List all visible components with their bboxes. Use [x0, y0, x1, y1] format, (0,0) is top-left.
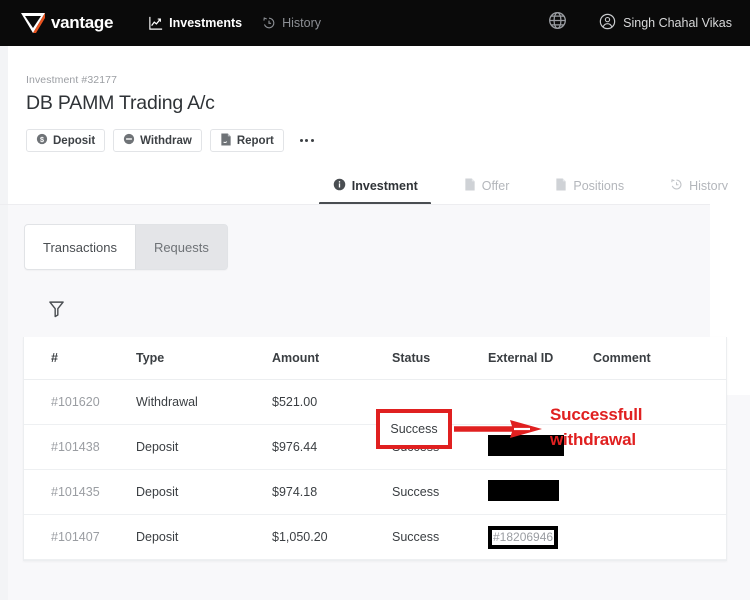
cell-amount: $1,050.20	[272, 530, 328, 544]
cell-external-id: #18206946	[488, 525, 593, 549]
tab-positions-label: Positions	[573, 179, 625, 193]
page-header: Investment #32177 DB PAMM Trading A/c $ …	[26, 74, 318, 152]
tab-positions[interactable]: Positions	[555, 170, 624, 202]
subtab-requests-label: Requests	[153, 239, 209, 255]
globe-icon	[548, 11, 567, 35]
tab-offer[interactable]: Offer	[464, 170, 510, 202]
table-row[interactable]: #101407 Deposit $1,050.20 Success #18206…	[24, 515, 726, 560]
nav-item-investments-label: Investments	[169, 16, 243, 30]
cell-external-id	[488, 480, 593, 504]
cell-status: Success	[392, 530, 440, 544]
redaction-bar	[488, 480, 559, 501]
report-button[interactable]: Report	[209, 129, 284, 152]
tab-investment[interactable]: Investment	[318, 170, 431, 205]
ellipsis-icon	[299, 139, 314, 142]
nav-item-investments[interactable]: Investments	[149, 16, 242, 30]
annotation-highlight-value: Success	[390, 422, 438, 436]
nav-item-history[interactable]: History	[262, 16, 321, 30]
cell-type: Deposit	[136, 440, 179, 454]
minus-circle-icon	[123, 133, 135, 148]
cell-id: #101620	[51, 395, 100, 409]
document-icon	[464, 178, 476, 194]
col-header-type: Type	[136, 351, 165, 365]
table-row[interactable]: #101435 Deposit $974.18 Success	[24, 470, 726, 515]
section-tabs: Investment Offer Positions History	[0, 170, 750, 205]
annotation-highlight-box: Success	[376, 409, 452, 449]
deposit-button[interactable]: $ Deposit	[26, 129, 106, 152]
sub-tabs: Transactions Requests	[24, 224, 228, 270]
subtab-transactions-label: Transactions	[43, 239, 117, 255]
withdraw-button[interactable]: Withdraw	[113, 129, 202, 152]
tab-offer-label: Offer	[481, 179, 510, 193]
primary-nav: Investments History	[149, 16, 321, 30]
cell-id: #101435	[51, 485, 100, 499]
annotation-text: Successfull withdrawal	[550, 402, 740, 452]
nav-item-history-label: History	[282, 16, 322, 30]
chart-line-icon	[149, 16, 163, 30]
tab-investment-label: Investment	[351, 179, 418, 193]
cell-id: #101438	[51, 440, 100, 454]
filter-button[interactable]	[45, 300, 67, 322]
clock-history-icon	[670, 178, 683, 194]
col-header-amount: Amount	[272, 351, 320, 365]
cell-amount: $976.44	[272, 440, 318, 454]
document-icon	[220, 133, 232, 149]
svg-text:$: $	[40, 135, 44, 144]
investment-reference: Investment #32177	[26, 74, 118, 86]
user-name: Singh Chahal Vikas	[623, 16, 732, 30]
language-globe-button[interactable]	[548, 11, 567, 35]
filter-funnel-icon	[48, 300, 65, 323]
document-icon	[555, 178, 567, 194]
col-header-status: Status	[392, 351, 431, 365]
subtab-transactions[interactable]: Transactions	[25, 225, 135, 269]
external-id-highlight: #18206946	[488, 525, 559, 549]
cell-type: Withdrawal	[136, 395, 198, 409]
user-circle-icon	[599, 13, 616, 33]
col-header-comment: Comment	[593, 351, 651, 365]
page-title: DB PAMM Trading A/c	[26, 92, 215, 114]
more-options-button[interactable]	[296, 130, 318, 152]
app-root: vantage Investments History Singh Chahal…	[0, 0, 750, 600]
clock-history-icon	[262, 16, 276, 30]
brand-name: vantage	[51, 13, 114, 32]
cell-status: Success	[392, 485, 440, 499]
annotation-text-line-2: withdrawal	[550, 430, 636, 449]
top-navbar: vantage Investments History Singh Chahal…	[0, 0, 750, 46]
report-button-label: Report	[236, 134, 274, 147]
right-arrow-annotation-icon	[452, 418, 544, 445]
dollar-circle-icon: $	[36, 133, 48, 148]
deposit-button-label: Deposit	[53, 134, 96, 147]
vantage-v-mark-icon	[20, 12, 46, 34]
subtab-requests[interactable]: Requests	[134, 225, 227, 269]
cell-amount: $974.18	[272, 485, 318, 499]
col-header-id: #	[51, 351, 58, 365]
cell-type: Deposit	[136, 485, 179, 499]
cell-id: #101407	[51, 530, 100, 544]
page-action-bar: $ Deposit Withdraw Report	[26, 129, 318, 152]
table-header-row: # Type Amount Status External ID Comment	[24, 337, 726, 380]
info-circle-icon	[333, 178, 346, 194]
user-account-menu[interactable]: Singh Chahal Vikas	[599, 13, 732, 33]
cell-type: Deposit	[136, 530, 179, 544]
topnav-right-group: Singh Chahal Vikas	[548, 0, 732, 46]
cell-amount: $521.00	[272, 395, 318, 409]
brand-logo[interactable]: vantage	[20, 12, 113, 34]
annotation-text-line-1: Successfull	[550, 405, 643, 424]
left-gutter	[0, 46, 8, 600]
withdraw-button-label: Withdraw	[140, 134, 192, 147]
col-header-external-id: External ID	[488, 351, 554, 365]
